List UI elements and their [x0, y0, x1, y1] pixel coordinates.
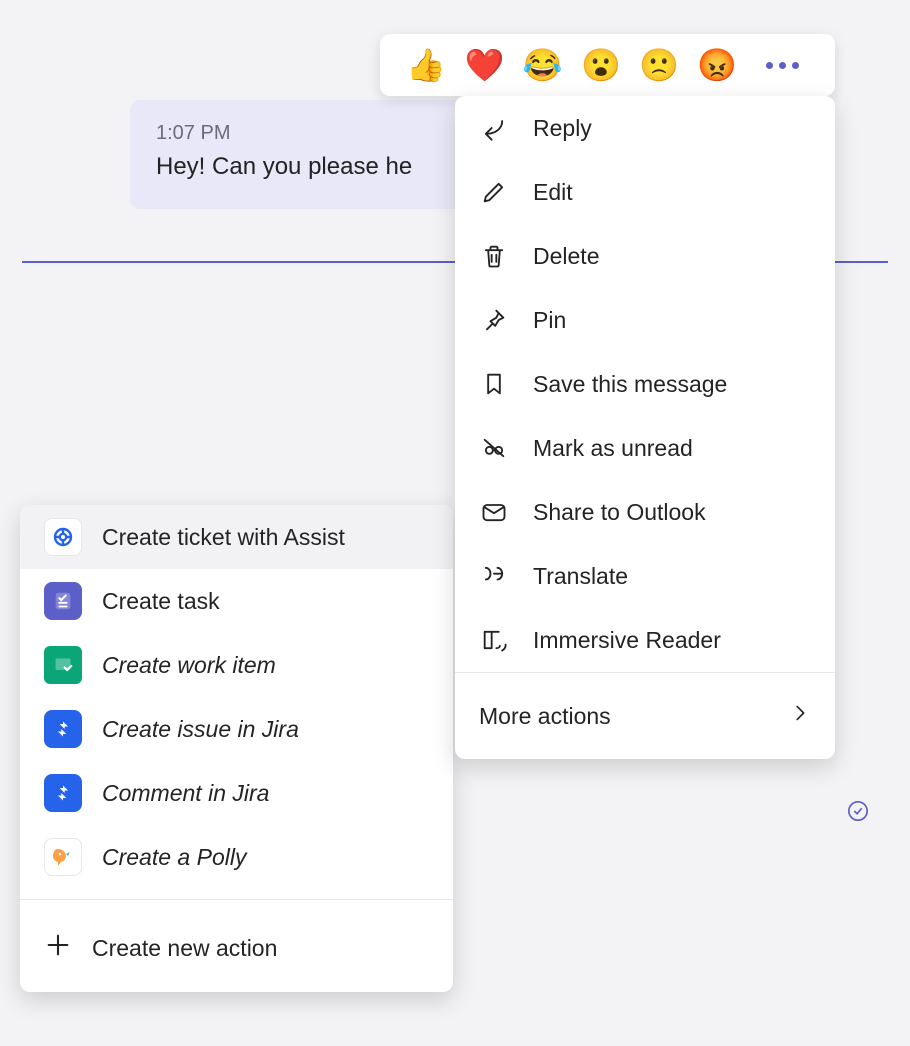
polly-app-icon [44, 838, 82, 876]
context-item-share-outlook[interactable]: Share to Outlook [455, 480, 835, 544]
submenu-item-assist-ticket[interactable]: Create ticket with Assist [20, 505, 453, 569]
more-actions-submenu: Create ticket with Assist Create task Cr… [20, 505, 453, 992]
context-item-label: Mark as unread [533, 435, 693, 462]
reaction-sad[interactable]: 🙁 [639, 49, 679, 81]
context-item-label: Immersive Reader [533, 627, 721, 654]
more-reactions-button[interactable] [756, 56, 809, 75]
trash-icon [479, 241, 509, 271]
assist-app-icon [44, 518, 82, 556]
submenu-item-create-jira-issue[interactable]: Create issue in Jira [20, 697, 453, 761]
immersive-reader-icon [479, 625, 509, 655]
context-item-edit[interactable]: Edit [455, 160, 835, 224]
plus-icon [44, 931, 72, 965]
reaction-surprised[interactable]: 😮 [581, 49, 621, 81]
reaction-bar: 👍 ❤️ 😂 😮 🙁 😡 [380, 34, 835, 96]
context-item-pin[interactable]: Pin [455, 288, 835, 352]
glasses-off-icon [479, 433, 509, 463]
tasks-app-icon [44, 582, 82, 620]
jira-app-icon [44, 774, 82, 812]
context-item-label: Save this message [533, 371, 727, 398]
message-context-menu: Reply Edit Delete Pin Save this message … [455, 96, 835, 759]
submenu-create-new-action[interactable]: Create new action [20, 904, 453, 992]
submenu-item-label: Comment in Jira [102, 780, 269, 807]
submenu-separator [20, 899, 453, 900]
context-item-label: Share to Outlook [533, 499, 706, 526]
submenu-item-create-polly[interactable]: Create a Polly [20, 825, 453, 889]
submenu-item-create-work-item[interactable]: Create work item [20, 633, 453, 697]
context-more-actions[interactable]: More actions [455, 673, 835, 759]
context-item-mark-unread[interactable]: Mark as unread [455, 416, 835, 480]
submenu-item-label: Create task [102, 588, 220, 615]
submenu-item-create-task[interactable]: Create task [20, 569, 453, 633]
reaction-thumbs-up[interactable]: 👍 [406, 49, 446, 81]
jira-app-icon [44, 710, 82, 748]
submenu-item-label: Create issue in Jira [102, 716, 299, 743]
submenu-item-label: Create a Polly [102, 844, 246, 871]
reply-icon [479, 113, 509, 143]
bookmark-icon [479, 369, 509, 399]
translate-icon [479, 561, 509, 591]
chevron-right-icon [789, 702, 811, 730]
azure-boards-app-icon [44, 646, 82, 684]
edit-pencil-icon [479, 177, 509, 207]
context-more-label: More actions [479, 703, 611, 730]
reaction-angry[interactable]: 😡 [697, 49, 737, 81]
reaction-laugh[interactable]: 😂 [523, 49, 563, 81]
pin-icon [479, 305, 509, 335]
context-item-label: Pin [533, 307, 566, 334]
submenu-item-label: Create ticket with Assist [102, 524, 345, 551]
context-item-save[interactable]: Save this message [455, 352, 835, 416]
context-item-translate[interactable]: Translate [455, 544, 835, 608]
context-item-label: Delete [533, 243, 599, 270]
context-item-label: Edit [533, 179, 573, 206]
context-item-label: Translate [533, 563, 628, 590]
submenu-new-action-label: Create new action [92, 935, 277, 962]
reaction-heart[interactable]: ❤️ [465, 49, 505, 81]
submenu-item-comment-jira[interactable]: Comment in Jira [20, 761, 453, 825]
context-item-delete[interactable]: Delete [455, 224, 835, 288]
context-item-reply[interactable]: Reply [455, 96, 835, 160]
mail-icon [479, 497, 509, 527]
message-read-check-icon [847, 800, 869, 822]
context-item-immersive-reader[interactable]: Immersive Reader [455, 608, 835, 672]
submenu-item-label: Create work item [102, 652, 276, 679]
context-item-label: Reply [533, 115, 592, 142]
